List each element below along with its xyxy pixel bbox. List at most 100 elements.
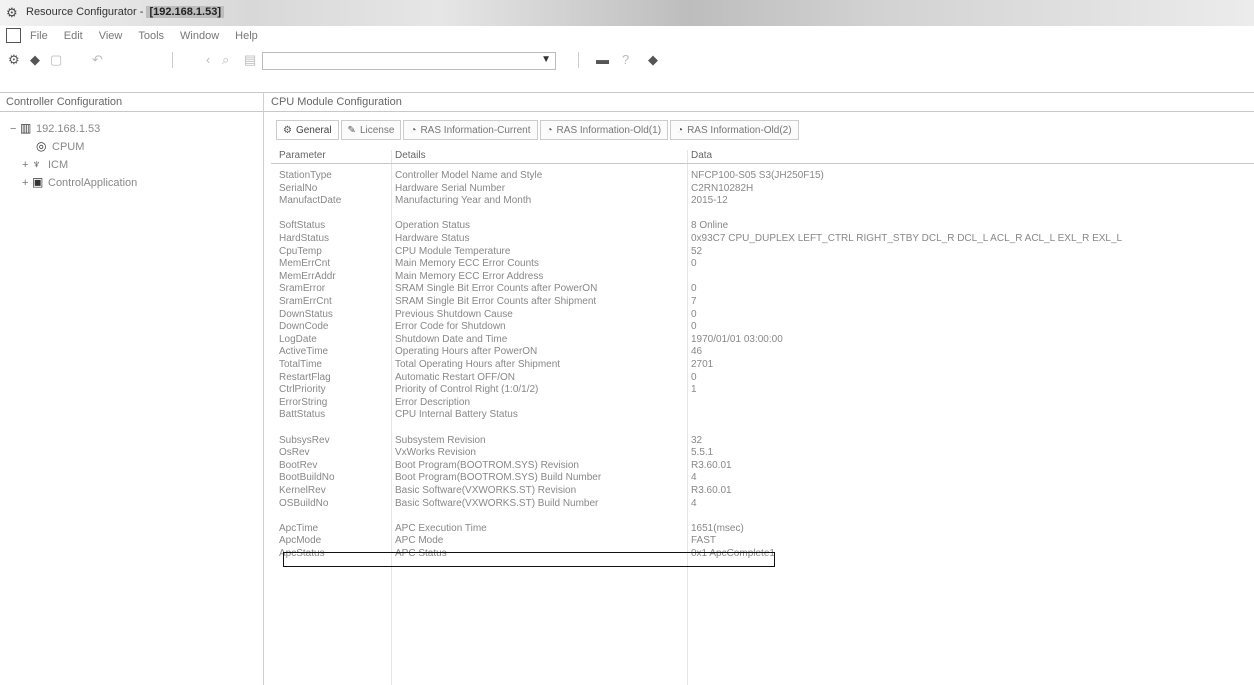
table-row[interactable]: ManufactDate Manufacturing Year and Month… xyxy=(271,195,1254,208)
cell-details: Boot Program(BOOTROM.SYS) Revision xyxy=(395,459,579,471)
table-row[interactable]: ApcTime APC Execution Time 1651(msec) xyxy=(271,523,1254,536)
cell-data: 1 xyxy=(691,384,697,396)
menu-help[interactable]: Help xyxy=(235,30,258,42)
table-row[interactable]: TotalTime Total Operating Hours after Shi… xyxy=(271,359,1254,372)
tree-node-application[interactable]: + ▣ ControlApplication xyxy=(22,175,137,189)
column-header-details[interactable]: Details xyxy=(395,150,426,161)
table-row[interactable] xyxy=(271,208,1254,221)
table-row[interactable] xyxy=(271,422,1254,435)
undo-icon[interactable]: ↶ xyxy=(92,52,103,68)
cell-parameter: DownCode xyxy=(279,321,329,333)
cell-parameter: KernelRev xyxy=(279,485,326,496)
tab-license[interactable]: ✎ License xyxy=(340,120,402,140)
download-icon[interactable]: ◆ xyxy=(30,52,40,68)
cell-details: Main Memory ECC Error Address xyxy=(395,270,544,282)
table-row[interactable]: CpuTemp CPU Module Temperature 52 xyxy=(271,246,1254,259)
table-row[interactable]: SramError SRAM Single Bit Error Counts af… xyxy=(271,283,1254,296)
table-row[interactable]: CtrlPriority Priority of Control Right (1… xyxy=(271,384,1254,397)
ras-grid: Parameter Details Data StationType Contro… xyxy=(271,150,1254,685)
tab-label: RAS Information-Old(1) xyxy=(556,124,662,136)
table-row[interactable]: BootRev Boot Program(BOOTROM.SYS) Revisio… xyxy=(271,460,1254,473)
expand-icon[interactable]: + xyxy=(22,159,32,171)
cell-parameter: SerialNo xyxy=(279,182,318,194)
cell-parameter: StationType xyxy=(279,170,332,181)
table-row[interactable]: MemErrAddr Main Memory ECC Error Address xyxy=(271,271,1254,284)
table-row[interactable]: KernelRev Basic Software(VXWORKS.ST) Revi… xyxy=(271,485,1254,498)
panel-splitter[interactable] xyxy=(263,92,264,685)
table-row[interactable]: SubsysRev Subsystem Revision 32 xyxy=(271,435,1254,448)
tag-icon[interactable]: ◆ xyxy=(648,52,658,68)
help-icon[interactable]: ? xyxy=(622,52,629,67)
table-row[interactable]: RestartFlag Automatic Restart OFF/ON 0 xyxy=(271,372,1254,385)
tab-strip: ⚙ General ✎ License ◔ RAS Information-Curre… xyxy=(276,120,801,140)
table-row[interactable]: ApcMode APC Mode FAST xyxy=(271,535,1254,548)
cell-data: 2015-12 xyxy=(691,195,728,207)
tab-general[interactable]: ⚙ General xyxy=(276,120,339,140)
back-icon[interactable]: ‹ xyxy=(206,52,210,67)
table-row[interactable]: StationType Controller Model Name and Sty… xyxy=(271,170,1254,183)
tree-node-label: ICM xyxy=(48,159,69,171)
cell-parameter: OSBuildNo xyxy=(279,497,329,509)
tree-node-cpum[interactable]: ◎ CPUM xyxy=(36,139,84,153)
properties-icon[interactable]: ▢ xyxy=(50,52,62,68)
print-icon[interactable]: ▤ xyxy=(244,52,256,68)
cell-parameter: SubsysRev xyxy=(279,434,330,446)
table-row[interactable]: ErrorString Error Description xyxy=(271,397,1254,410)
cell-data: 2701 xyxy=(691,359,714,370)
table-row[interactable]: DownStatus Previous Shutdown Cause 0 xyxy=(271,309,1254,322)
expand-icon[interactable]: + xyxy=(22,177,32,189)
menu-file[interactable]: File xyxy=(30,30,48,42)
cell-data: 52 xyxy=(691,245,703,257)
target-combo[interactable]: ▼ xyxy=(262,52,556,70)
cell-details: Subsystem Revision xyxy=(395,434,486,446)
table-row[interactable]: LogDate Shutdown Date and Time 1970/01/01 … xyxy=(271,334,1254,347)
tab-ras-current[interactable]: ◔ RAS Information-Current xyxy=(403,120,538,140)
menu-edit[interactable]: Edit xyxy=(64,30,83,42)
cell-data: 32 xyxy=(691,434,703,446)
chevron-down-icon[interactable]: ▼ xyxy=(541,54,551,65)
cell-parameter: MemErrCnt xyxy=(279,258,331,270)
table-row[interactable]: SerialNo Hardware Serial Number C2RN10282H xyxy=(271,183,1254,196)
tab-ras-old2[interactable]: ◔ RAS Information-Old(2) xyxy=(670,120,799,140)
table-row[interactable]: ActiveTime Operating Hours after PowerON 4… xyxy=(271,346,1254,359)
cell-details: CPU Internal Battery Status xyxy=(395,409,518,421)
tree-node-label: 192.168.1.53 xyxy=(36,123,101,135)
table-row[interactable]: DownCode Error Code for Shutdown 0 xyxy=(271,321,1254,334)
cell-data: 0 xyxy=(691,308,697,320)
config-icon[interactable]: ⚙ xyxy=(8,52,20,68)
menu-view[interactable]: View xyxy=(99,30,123,42)
table-row[interactable] xyxy=(271,510,1254,523)
tab-ras-old1[interactable]: ◔ RAS Information-Old(1) xyxy=(539,120,669,140)
cell-data: 0x1 ApcComplete1 xyxy=(691,548,775,559)
table-row[interactable]: SramErrCnt SRAM Single Bit Error Counts a… xyxy=(271,296,1254,309)
cell-details: Main Memory ECC Error Counts xyxy=(395,258,539,270)
cell-data: 1651(msec) xyxy=(691,522,744,534)
cell-details: Manufacturing Year and Month xyxy=(395,195,532,207)
menu-window[interactable]: Window xyxy=(180,30,219,42)
cell-details: Hardware Status xyxy=(395,233,470,244)
table-row[interactable]: OsRev VxWorks Revision 5.5.1 xyxy=(271,447,1254,460)
window-icon[interactable] xyxy=(6,28,21,43)
left-panel-header: Controller Configuration xyxy=(6,96,123,108)
monitor-icon[interactable]: ▬ xyxy=(596,52,609,67)
gear-icon: ⚙ xyxy=(283,124,292,136)
window-title-text: Resource Configurator - xyxy=(26,6,147,18)
column-header-data[interactable]: Data xyxy=(691,150,712,161)
table-row[interactable]: MemErrCnt Main Memory ECC Error Counts 0 xyxy=(271,258,1254,271)
table-row[interactable]: HardStatus Hardware Status 0x93C7 CPU_DUPL… xyxy=(271,233,1254,246)
find-icon[interactable]: ⌕ xyxy=(222,52,229,68)
collapse-icon[interactable]: − xyxy=(10,123,20,135)
cell-parameter: RestartFlag xyxy=(279,371,331,383)
tree-node-icm[interactable]: + ♆ ICM xyxy=(22,157,68,171)
table-row[interactable]: BattStatus CPU Internal Battery Status xyxy=(271,409,1254,422)
cell-data: 0 xyxy=(691,258,697,270)
table-row[interactable]: OSBuildNo Basic Software(VXWORKS.ST) Buil… xyxy=(271,498,1254,511)
menu-tools[interactable]: Tools xyxy=(138,30,164,42)
table-row[interactable]: SoftStatus Operation Status 8 Online xyxy=(271,220,1254,233)
tree-node-controller[interactable]: − ▥ 192.168.1.53 xyxy=(10,121,100,135)
table-row[interactable]: BootBuildNo Boot Program(BOOTROM.SYS) Bui… xyxy=(271,472,1254,485)
cell-details: Basic Software(VXWORKS.ST) Revision xyxy=(395,485,577,496)
cell-parameter: BattStatus xyxy=(279,409,326,421)
cell-parameter: SoftStatus xyxy=(279,220,326,232)
column-header-parameter[interactable]: Parameter xyxy=(279,150,326,161)
